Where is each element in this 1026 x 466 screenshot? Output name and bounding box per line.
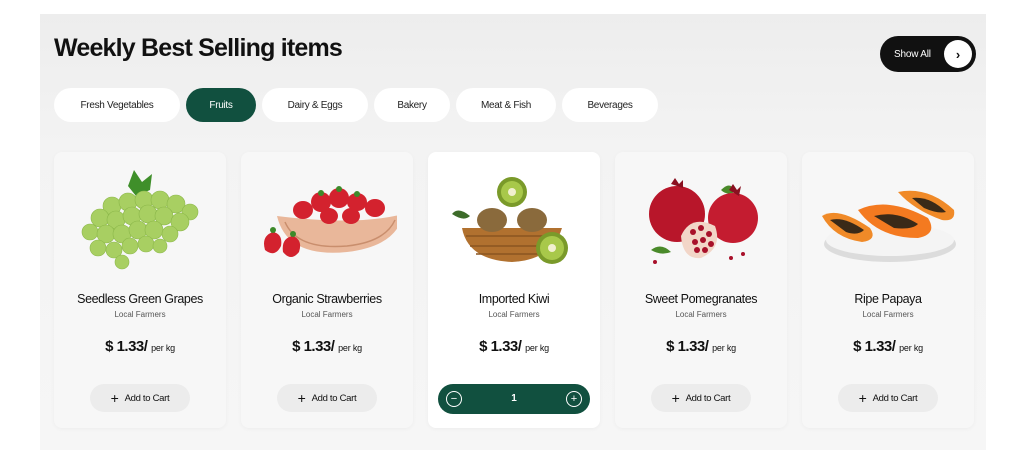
plus-icon: + xyxy=(110,390,119,406)
product-name: Seedless Green Grapes xyxy=(77,292,203,306)
product-source: Local Farmers xyxy=(301,310,353,319)
strawberries-bowl-image xyxy=(264,186,397,257)
product-name: Imported Kiwi xyxy=(478,292,550,306)
product-price: $ 1.33/ per kg xyxy=(479,338,549,355)
chevron-right-icon: › xyxy=(944,40,972,68)
product-source: Local Farmers xyxy=(862,310,914,319)
product-card[interactable]: Ripe Papaya Local Farmers $ 1.33/ per kg… xyxy=(802,152,974,428)
product-price: $ 1.33/ per kg xyxy=(853,338,923,355)
show-all-button[interactable]: Show All › xyxy=(880,36,976,72)
add-to-cart-button[interactable]: + Add to Cart xyxy=(277,384,377,412)
tab-bakery[interactable]: Bakery xyxy=(374,88,450,122)
product-source: Local Farmers xyxy=(675,310,727,319)
product-source: Local Farmers xyxy=(114,310,166,319)
green-grapes-image xyxy=(81,170,199,270)
product-name: Ripe Papaya xyxy=(854,292,922,306)
section-title: Weekly Best Selling items xyxy=(54,34,343,62)
plus-icon: + xyxy=(858,390,867,406)
product-name: Sweet Pomegranates xyxy=(644,292,758,306)
plus-icon: + xyxy=(297,390,306,406)
add-to-cart-button[interactable]: + Add to Cart xyxy=(651,384,751,412)
pomegranates-image xyxy=(649,178,758,264)
product-card[interactable]: Organic Strawberries Local Farmers $ 1.3… xyxy=(241,152,413,428)
product-name: Organic Strawberries xyxy=(272,292,382,306)
best-selling-section: Weekly Best Selling items Show All › Fre… xyxy=(40,14,986,450)
papaya-plate-image xyxy=(822,190,956,262)
tab-beverages[interactable]: Beverages xyxy=(562,88,658,122)
tab-dairy-eggs[interactable]: Dairy & Eggs xyxy=(262,88,368,122)
product-card[interactable]: Sweet Pomegranates Local Farmers $ 1.33/… xyxy=(615,152,787,428)
plus-icon: + xyxy=(671,390,680,406)
show-all-label: Show All xyxy=(894,48,931,60)
product-price: $ 1.33/ per kg xyxy=(292,338,362,355)
product-price: $ 1.33/ per kg xyxy=(105,338,175,355)
tab-fresh-vegetables[interactable]: Fresh Vegetables xyxy=(54,88,180,122)
product-card[interactable]: Imported Kiwi Local Farmers $ 1.33/ per … xyxy=(428,152,600,428)
product-source: Local Farmers xyxy=(488,310,540,319)
tab-meat-fish[interactable]: Meat & Fish xyxy=(456,88,556,122)
product-card[interactable]: Seedless Green Grapes Local Farmers $ 1.… xyxy=(54,152,226,428)
add-to-cart-button[interactable]: + Add to Cart xyxy=(90,384,190,412)
tab-fruits[interactable]: Fruits xyxy=(186,88,256,122)
product-price: $ 1.33/ per kg xyxy=(666,338,736,355)
quantity-stepper: − 1 + xyxy=(438,384,590,414)
kiwi-basket-image xyxy=(452,177,568,264)
increment-button[interactable]: + xyxy=(566,391,582,407)
add-to-cart-button[interactable]: + Add to Cart xyxy=(838,384,938,412)
